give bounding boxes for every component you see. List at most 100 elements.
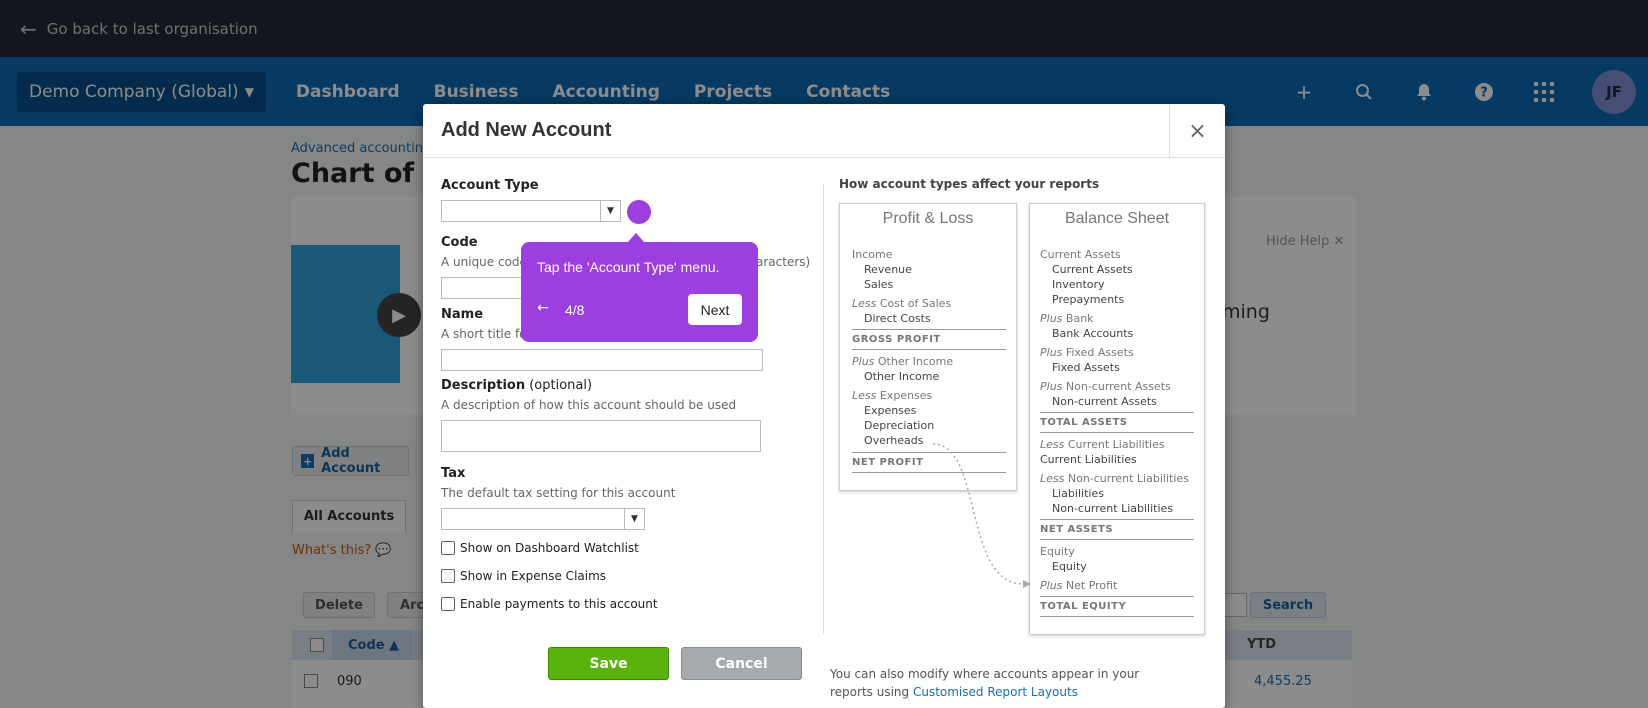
bs-net-assets: NET ASSETS [1040, 524, 1114, 535]
report-layout-footnote: You can also modify where accounts appea… [830, 665, 1170, 701]
bs-liabilities: Liabilities [1052, 487, 1104, 500]
close-icon[interactable]: × [1169, 104, 1225, 158]
description-label-text: Description [441, 378, 526, 393]
pl-net-profit: NET PROFIT [852, 457, 924, 468]
bs-plus: Plus [1040, 380, 1063, 393]
bs-noncurrent-assets: Non-current Assets [1052, 395, 1157, 408]
bs-plus: Plus [1040, 312, 1063, 325]
profit-loss-title: Profit & Loss [882, 210, 974, 227]
caret-down-icon: ▼ [600, 201, 620, 221]
net-profit-connector-icon [932, 443, 1031, 588]
pl-overheads: Overheads [864, 434, 924, 447]
pl-cost-of-sales: Less Cost of Sales [852, 297, 951, 310]
code-input[interactable] [441, 277, 531, 299]
guide-tooltip: Tap the 'Account Type' menu. ← 4/8 Next [521, 233, 758, 342]
bs-current-assets-head: Current Assets [1040, 248, 1121, 261]
bs-plus-net-profit-text: Net Profit [1062, 579, 1118, 592]
bs-bank-accounts: Bank Accounts [1052, 327, 1134, 340]
bs-plus-fixed-text: Fixed Assets [1062, 346, 1134, 359]
tax-select[interactable]: ▼ [441, 508, 645, 530]
description-hint: A description of how this account should… [441, 398, 737, 412]
code-hint-tail: aracters) [756, 255, 811, 269]
arrow-left-icon[interactable]: ← [537, 300, 549, 316]
tooltip-step-counter: 4/8 [565, 302, 585, 318]
bs-less-noncurrent-text: Non-current Liabilities [1064, 472, 1189, 485]
bs-rule [1040, 519, 1194, 520]
expense-claims-label: Show in Expense Claims [460, 569, 607, 583]
bs-rule [1040, 539, 1194, 540]
bs-rule [1040, 432, 1194, 433]
pl-other-income-head-text: Other Income [874, 355, 954, 368]
pl-expenses: Expenses [864, 404, 917, 417]
caret-down-icon: ▼ [624, 509, 644, 529]
pl-expenses-head-text: Expenses [876, 389, 933, 402]
description-textarea[interactable] [441, 420, 761, 452]
bs-fixed-assets: Fixed Assets [1052, 361, 1120, 374]
bs-less-current: Less Current Liabilities [1040, 438, 1165, 451]
add-new-account-modal: Add New Account × Account Type ▼ Code A … [423, 104, 1225, 708]
modal-divider [823, 184, 824, 634]
pl-other-income: Other Income [864, 370, 940, 383]
guide-hotspot-icon[interactable] [627, 200, 651, 224]
bs-plus-bank: Plus Bank [1040, 312, 1094, 325]
bs-plus-fixed: Plus Fixed Assets [1040, 346, 1134, 359]
bs-prepayments: Prepayments [1052, 293, 1125, 306]
dashboard-watchlist-checkbox[interactable]: Show on Dashboard Watchlist [441, 541, 639, 555]
pl-rule [852, 329, 1006, 330]
bs-less: Less [1040, 438, 1065, 451]
pl-depreciation: Depreciation [864, 419, 935, 432]
tax-hint: The default tax setting for this account [441, 486, 676, 500]
pl-rule [852, 349, 1006, 350]
pl-plus: Plus [852, 355, 875, 368]
pl-sales: Sales [864, 278, 894, 291]
bs-plus-noncurrent-text: Non-current Assets [1062, 380, 1171, 393]
pl-expenses-head: Less Expenses [852, 389, 932, 402]
enable-payments-label: Enable payments to this account [460, 597, 658, 611]
tooltip-next-button[interactable]: Next [688, 294, 742, 325]
pl-cost-of-sales-text: Cost of Sales [876, 297, 952, 310]
bs-equity: Equity [1052, 560, 1087, 573]
pl-less: Less [852, 389, 877, 402]
pl-gross-profit: GROSS PROFIT [852, 334, 941, 345]
bs-total-assets: TOTAL ASSETS [1040, 417, 1128, 428]
bs-rule [1040, 616, 1194, 617]
account-type-label: Account Type [441, 178, 539, 193]
bs-less-noncurrent: Less Non-current Liabilities [1040, 472, 1189, 485]
checkbox-box[interactable] [441, 569, 455, 583]
bs-inventory: Inventory [1052, 278, 1105, 291]
cancel-button[interactable]: Cancel [681, 647, 802, 680]
bs-rule [1040, 412, 1194, 413]
expense-claims-checkbox[interactable]: Show in Expense Claims [441, 569, 606, 583]
description-optional: (optional) [525, 378, 593, 393]
bs-noncurrent-liabilities: Non-current Liabilities [1052, 502, 1174, 515]
bs-total-equity: TOTAL EQUITY [1040, 601, 1127, 612]
account-type-select[interactable]: ▼ [441, 200, 621, 222]
bs-plus-noncurrent: Plus Non-current Assets [1040, 380, 1171, 393]
pl-revenue: Revenue [864, 263, 912, 276]
name-input[interactable] [441, 349, 763, 371]
checkbox-box[interactable] [441, 597, 455, 611]
code-hint: A unique code [441, 255, 527, 269]
reports-heading: How account types affect your reports [839, 177, 1100, 191]
bs-less-current-text: Current Liabilities [1064, 438, 1165, 451]
bs-plus-bank-text: Bank [1062, 312, 1094, 325]
bs-plus: Plus [1040, 579, 1063, 592]
tooltip-text: Tap the 'Account Type' menu. [537, 259, 720, 275]
bs-equity-head: Equity [1040, 545, 1075, 558]
balance-sheet-title: Balance Sheet [1064, 210, 1170, 227]
balance-sheet-card: Balance Sheet Current Assets Current Ass… [1029, 203, 1205, 635]
description-label: Description (optional) [441, 378, 592, 393]
bs-plus: Plus [1040, 346, 1063, 359]
enable-payments-checkbox[interactable]: Enable payments to this account [441, 597, 658, 611]
save-button[interactable]: Save [548, 647, 669, 680]
modal-title: Add New Account [441, 119, 612, 141]
tax-label: Tax [441, 466, 466, 481]
pl-other-income-head: Plus Other Income [852, 355, 953, 368]
checkbox-box[interactable] [441, 541, 455, 555]
name-label: Name [441, 307, 484, 322]
bs-plus-net-profit: Plus Net Profit [1040, 579, 1117, 592]
bs-less: Less [1040, 472, 1065, 485]
pl-income: Income [852, 248, 893, 261]
customised-report-layouts-link[interactable]: Customised Report Layouts [913, 685, 1078, 699]
bs-rule [1040, 596, 1194, 597]
